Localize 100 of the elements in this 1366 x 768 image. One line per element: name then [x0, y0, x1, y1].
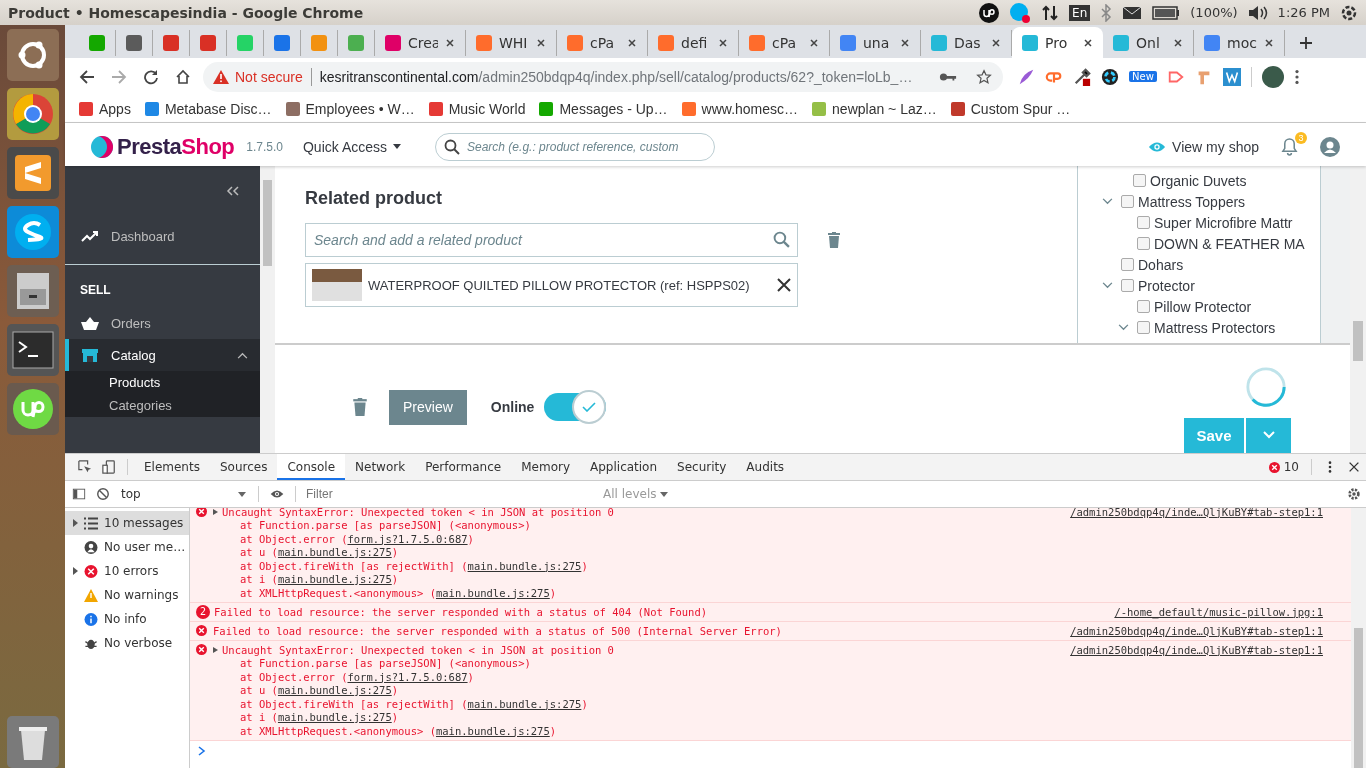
- source-link[interactable]: form.js?1.7.5.0:687: [347, 532, 468, 545]
- prestashop-logo[interactable]: PrestaShop: [91, 133, 235, 160]
- bookmark-link[interactable]: Custom Spur …: [950, 100, 1071, 117]
- eyedropper-icon[interactable]: [1073, 67, 1091, 86]
- close-icon[interactable]: [777, 278, 791, 292]
- devtools-tab[interactable]: Console: [277, 454, 346, 480]
- search-icon[interactable]: [444, 138, 460, 155]
- source-link[interactable]: /-home_default/music-pillow.jpg:1: [1114, 605, 1323, 618]
- collapse-icon[interactable]: [226, 186, 240, 196]
- close-icon[interactable]: [900, 38, 910, 48]
- w-square-icon[interactable]: [1222, 67, 1241, 86]
- more-menu-icon[interactable]: [1293, 67, 1300, 86]
- address-bar[interactable]: Not secure kesritranscontinental.com/admin250bdqp4q/index.php/sell/catalog/products/62?_token=loLb_…: [203, 61, 1003, 92]
- battery-icon[interactable]: [1152, 5, 1181, 20]
- close-icon[interactable]: [991, 38, 1001, 48]
- browser-tab[interactable]: Pro: [1012, 27, 1103, 58]
- category-label[interactable]: DOWN & FEATHER MA: [1154, 235, 1305, 252]
- color-wheel-icon[interactable]: [1101, 67, 1119, 86]
- category-label[interactable]: Dohars: [1138, 256, 1184, 273]
- browser-tab[interactable]: cPa: [557, 30, 648, 56]
- quick-access-menu[interactable]: Quick Access: [303, 138, 401, 155]
- close-icon[interactable]: [1173, 38, 1183, 48]
- category-label[interactable]: Mattress Toppers: [1138, 193, 1246, 210]
- console-filter-item[interactable]: 10 messages: [65, 511, 189, 535]
- online-switch[interactable]: [544, 393, 607, 421]
- checkbox[interactable]: [1121, 258, 1134, 271]
- checkbox[interactable]: [1137, 237, 1150, 250]
- mail-icon[interactable]: [1122, 5, 1143, 20]
- console-filter-item[interactable]: No warnings: [65, 583, 189, 607]
- console-filter-item[interactable]: No user me…: [65, 535, 189, 559]
- security-label[interactable]: Not secure: [235, 68, 303, 85]
- chevron-icon[interactable]: [1102, 198, 1113, 205]
- close-icon[interactable]: [627, 38, 637, 48]
- delete-icon[interactable]: [353, 398, 367, 416]
- bluetooth-icon[interactable]: [1100, 3, 1113, 22]
- expand-triangle-icon[interactable]: [213, 646, 218, 653]
- scrollbar[interactable]: [1351, 508, 1366, 768]
- source-link[interactable]: main.bundle.js:275: [467, 559, 582, 572]
- browser-tab[interactable]: Onl: [1103, 30, 1194, 56]
- related-search-field[interactable]: Search and add a related product: [305, 223, 798, 257]
- chevron-icon[interactable]: [237, 351, 248, 359]
- source-link[interactable]: /admin250bdqp4q/inde…QljKuBY#tab-step1:1: [1070, 508, 1323, 518]
- file-cabinet-icon[interactable]: [6, 265, 59, 317]
- browser-tab[interactable]: WHI: [466, 30, 557, 56]
- ubuntu-logo-icon[interactable]: [6, 29, 59, 81]
- source-link[interactable]: /admin250bdqp4q/inde…QljKuBY#tab-step1:1: [1070, 624, 1323, 637]
- browser-tab[interactable]: Das: [921, 30, 1012, 56]
- chrome-icon[interactable]: [6, 88, 59, 140]
- devtools-tab[interactable]: Elements: [134, 454, 210, 480]
- checkbox[interactable]: [1137, 216, 1150, 229]
- checkbox[interactable]: [1137, 321, 1150, 334]
- chevron-icon[interactable]: [1102, 282, 1113, 289]
- devtools-tab[interactable]: Network: [345, 454, 416, 480]
- bell-icon[interactable]: [1281, 137, 1298, 156]
- upwork-icon[interactable]: [979, 2, 1000, 23]
- console-filter-item[interactable]: No info: [65, 607, 189, 631]
- devtools-tab[interactable]: Application: [580, 454, 668, 480]
- user-avatar-icon[interactable]: [1320, 136, 1340, 157]
- expand-triangle-icon[interactable]: [213, 508, 218, 515]
- source-link[interactable]: main.bundle.js:275: [467, 697, 582, 710]
- new-tab-icon[interactable]: [1299, 36, 1313, 50]
- keyboard-layout[interactable]: En: [1069, 4, 1091, 21]
- browser-tab[interactable]: defi: [648, 30, 739, 56]
- source-link[interactable]: /admin250bdqp4q/inde…QljKuBY#tab-step1:1: [1070, 643, 1323, 656]
- search-field[interactable]: Search (e.g.: product reference, custom: [435, 132, 715, 161]
- sidebar-subitem[interactable]: Categories: [65, 394, 260, 417]
- source-link[interactable]: main.bundle.js:275: [277, 711, 392, 723]
- sublime-text-icon[interactable]: [6, 147, 59, 199]
- source-link[interactable]: main.bundle.js:275: [435, 586, 550, 599]
- volume-icon[interactable]: [1247, 4, 1268, 21]
- chevron-icon[interactable]: [1118, 324, 1129, 331]
- close-icon[interactable]: [718, 38, 728, 48]
- category-label[interactable]: Super Microfibre Mattr: [1154, 214, 1293, 231]
- network-icon[interactable]: [1041, 3, 1060, 22]
- browser-tab[interactable]: una: [830, 30, 921, 56]
- checkbox[interactable]: [1121, 195, 1134, 208]
- category-label[interactable]: Protector: [1138, 277, 1195, 294]
- sidebar-item[interactable]: Catalog: [65, 339, 260, 371]
- view-my-shop-link[interactable]: View my shop: [1148, 138, 1259, 155]
- sidebar-subitem[interactable]: Products: [65, 371, 260, 394]
- bookmark-link[interactable]: Apps: [79, 100, 131, 117]
- profile-avatar[interactable]: [1261, 65, 1284, 88]
- category-label[interactable]: Pillow Protector: [1154, 298, 1252, 315]
- feather-icon[interactable]: [1017, 67, 1035, 86]
- bookmark-link[interactable]: Employees • W…: [285, 100, 415, 117]
- close-icon[interactable]: [809, 38, 819, 48]
- delete-icon[interactable]: [828, 232, 840, 248]
- error-count[interactable]: 10: [1283, 460, 1299, 474]
- devtools-tab[interactable]: Sources: [209, 454, 278, 480]
- trash-icon[interactable]: [6, 716, 59, 768]
- source-link[interactable]: form.js?1.7.5.0:687: [347, 670, 468, 683]
- browser-tab[interactable]: moc: [1194, 30, 1285, 56]
- devtools-tab[interactable]: Audits: [736, 454, 795, 480]
- source-link[interactable]: main.bundle.js:275: [435, 724, 550, 737]
- extension-badge[interactable]: New: [1129, 71, 1157, 82]
- terminal-icon[interactable]: [6, 324, 59, 376]
- context-selector[interactable]: top: [115, 487, 252, 501]
- devtools-tab[interactable]: Performance: [415, 454, 512, 480]
- checkbox[interactable]: [1121, 279, 1134, 292]
- checkbox[interactable]: [1137, 300, 1150, 313]
